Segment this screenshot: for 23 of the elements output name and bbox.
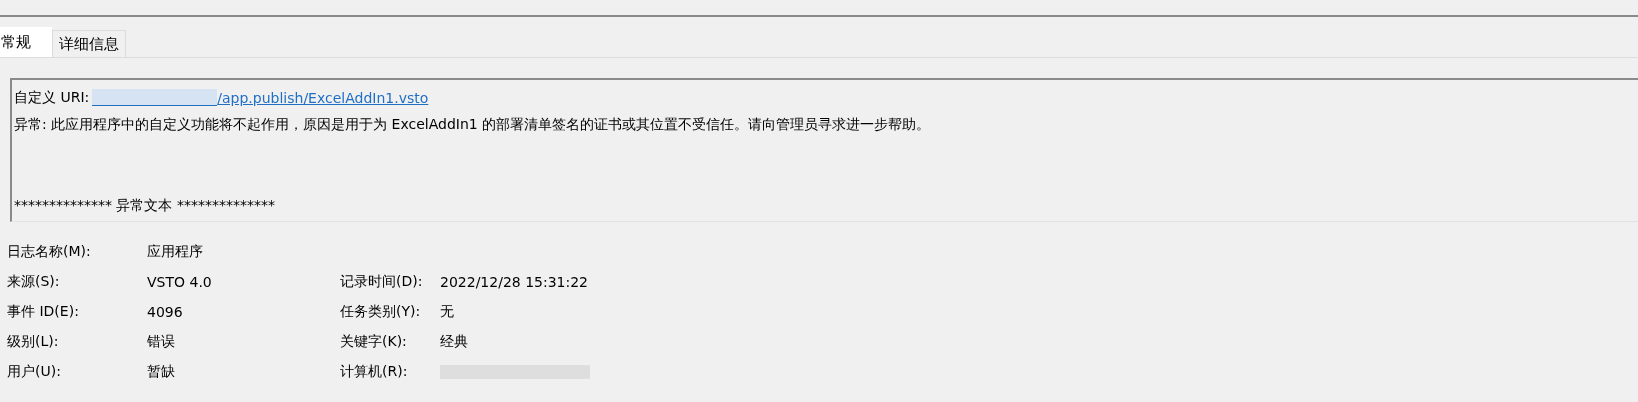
field-label: 事件 ID(E): (7, 303, 80, 321)
field-value: 应用程序 (147, 243, 204, 261)
field-value: 错误 (147, 333, 176, 351)
field-value: 暂缺 (147, 363, 176, 381)
tab[interactable]: 详细信息 (52, 30, 126, 57)
field-value: 2022/12/28 15:31:22 (440, 274, 590, 290)
field-value: 经典 (440, 333, 469, 351)
field-label: 计算机(R): (340, 363, 409, 381)
tab[interactable]: 常规 (0, 27, 52, 57)
field-label: 记录时间(D): (340, 273, 424, 291)
uri-link[interactable]: /app.publish/ExcelAddIn1.vsto (217, 89, 429, 106)
exception-header: ************** 异常文本 ************** (14, 196, 275, 215)
field-label: 关键字(K): (340, 333, 408, 351)
field-label: 来源(S): (7, 273, 61, 291)
field-value: VSTO 4.0 (147, 274, 213, 290)
field-label: 任务类别(Y): (340, 303, 422, 321)
message-text: 异常: 此应用程序中的自定义功能将不起作用，原因是用于为 ExcelAddIn1 的部署清单签名的证书或其位置不受信任。请向管理员寻求进一步帮助。 (14, 115, 931, 134)
field-value: 无 (440, 303, 455, 321)
field-value: 4096 (147, 304, 184, 320)
uri-label: 自定义 URI: (14, 88, 90, 107)
field-label: 日志名称(M): (7, 243, 92, 261)
field-label: 级别(L): (7, 333, 60, 351)
field-label: 用户(U): (7, 363, 62, 381)
